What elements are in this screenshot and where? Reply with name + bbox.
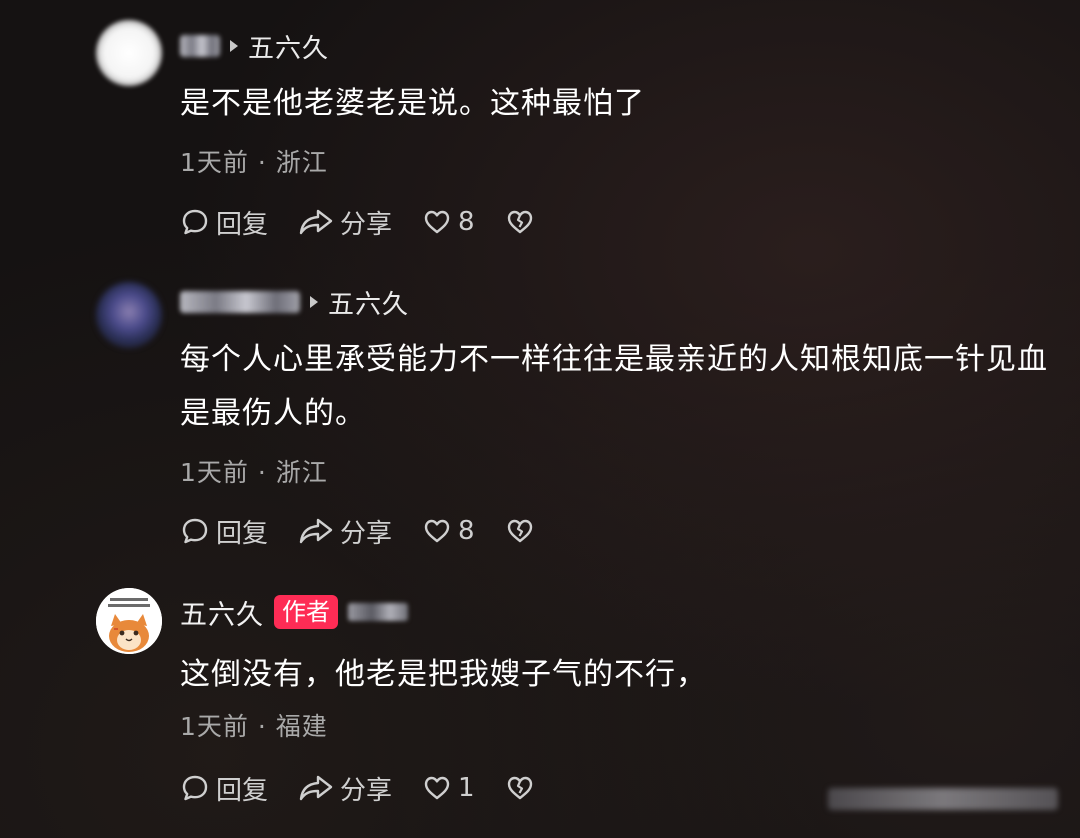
reply-label: 回复 bbox=[216, 209, 269, 240]
heart-icon bbox=[424, 519, 450, 543]
share-label: 分享 bbox=[340, 775, 393, 806]
reply-arrow-icon bbox=[310, 296, 318, 308]
comment-meta: 五六久 作者 bbox=[180, 593, 408, 632]
heart-icon bbox=[424, 776, 450, 800]
like-button[interactable]: 1 bbox=[422, 773, 475, 803]
comment-text: 是不是他老婆老是说。这种最怕了 bbox=[180, 86, 645, 121]
heart-icon bbox=[424, 210, 450, 234]
like-count: 1 bbox=[458, 773, 475, 803]
pixelated-username[interactable] bbox=[180, 291, 300, 313]
speech-bubble-icon bbox=[182, 209, 208, 235]
reply-label: 回复 bbox=[216, 775, 269, 806]
author-badge: 作者 bbox=[274, 595, 338, 629]
like-count: 8 bbox=[458, 516, 475, 546]
broken-heart-icon bbox=[507, 210, 532, 234]
reply-button[interactable]: 回复 bbox=[180, 770, 268, 807]
comment-time-location: 1天前 · 浙江 bbox=[180, 148, 328, 177]
broken-heart-icon bbox=[507, 519, 532, 543]
reply-arrow-icon bbox=[230, 40, 238, 52]
share-button[interactable]: 分享 bbox=[298, 204, 392, 241]
avatar[interactable] bbox=[96, 282, 162, 348]
reply-label: 回复 bbox=[216, 518, 269, 549]
speech-bubble-icon bbox=[182, 518, 208, 544]
like-button[interactable]: 8 bbox=[422, 207, 475, 237]
comment-actions: 回复 分享 8 bbox=[180, 202, 565, 242]
broken-heart-icon bbox=[507, 776, 532, 800]
like-count: 8 bbox=[458, 207, 475, 237]
share-button[interactable]: 分享 bbox=[298, 513, 392, 550]
comment-text: 这倒没有，他老是把我嫂子气的不行， bbox=[180, 657, 707, 692]
cartoon-cat-avatar-icon bbox=[96, 588, 162, 654]
share-arrow-icon bbox=[299, 775, 333, 801]
reply-button[interactable]: 回复 bbox=[180, 204, 268, 241]
comment-actions: 回复 分享 8 bbox=[180, 511, 565, 551]
dislike-button[interactable] bbox=[505, 516, 535, 546]
pixelated-username[interactable] bbox=[180, 35, 220, 57]
dislike-button[interactable] bbox=[505, 207, 535, 237]
avatar[interactable] bbox=[96, 20, 162, 86]
share-arrow-icon bbox=[299, 209, 333, 235]
comment-text: 每个人心里承受能力不一样往往是最亲近的人知根知底一针见血是最伤人的。 bbox=[180, 342, 1048, 431]
reply-to-username[interactable]: 五六久 bbox=[328, 284, 409, 321]
dislike-button[interactable] bbox=[505, 773, 535, 803]
avatar[interactable] bbox=[96, 588, 162, 654]
share-arrow-icon bbox=[299, 518, 333, 544]
reply-button[interactable]: 回复 bbox=[180, 513, 268, 550]
comment-time-location: 1天前 · 福建 bbox=[180, 712, 328, 741]
comment-meta: 五六久 bbox=[180, 284, 409, 320]
pixelated-info bbox=[348, 603, 408, 621]
pixelated-watermark bbox=[828, 788, 1058, 810]
author-username[interactable]: 五六久 bbox=[180, 593, 264, 632]
share-label: 分享 bbox=[340, 518, 393, 549]
comment-time-location: 1天前 · 浙江 bbox=[180, 458, 328, 487]
like-button[interactable]: 8 bbox=[422, 516, 475, 546]
comment-actions: 回复 分享 1 bbox=[180, 768, 565, 808]
reply-to-username[interactable]: 五六久 bbox=[248, 28, 329, 65]
share-label: 分享 bbox=[340, 209, 393, 240]
share-button[interactable]: 分享 bbox=[298, 770, 392, 807]
comment-meta: 五六久 bbox=[180, 28, 329, 64]
speech-bubble-icon bbox=[182, 775, 208, 801]
